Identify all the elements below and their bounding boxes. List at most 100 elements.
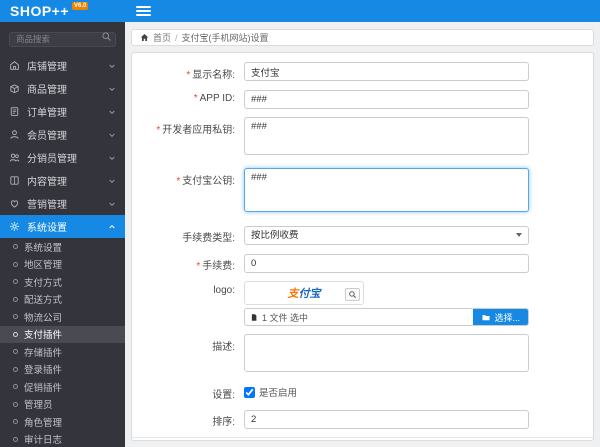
- form-row-fee-type: 手续费类型: 按比例收费: [132, 225, 593, 245]
- logo-label: logo:: [213, 285, 235, 296]
- circle-bullet-icon: [13, 244, 18, 250]
- required-marker: *: [193, 93, 198, 104]
- sidebar-item-label: 商品管理: [27, 85, 67, 96]
- home-icon: [140, 33, 149, 42]
- submenu-item-login-plugins[interactable]: 登录插件: [0, 361, 125, 379]
- breadcrumb-home-link[interactable]: 首页: [153, 31, 171, 44]
- content-area: 首页 / 支付宝(手机网站)设置 *显示名称: *APP ID: *开发者应用私…: [125, 22, 600, 447]
- goods-icon: [9, 83, 21, 94]
- chevron-down-icon: [108, 177, 116, 185]
- sort-label: 排序:: [212, 417, 235, 428]
- sidebar-item-marketing[interactable]: 营销管理: [0, 192, 125, 215]
- public-key-label: 支付宝公钥:: [182, 176, 235, 187]
- sidebar-item-members[interactable]: 会员管理: [0, 123, 125, 146]
- chevron-down-icon: [108, 85, 116, 93]
- settings-label: 设置:: [212, 390, 235, 401]
- logo-preview: 支付宝: [244, 281, 364, 305]
- sidebar-item-label: 会员管理: [27, 131, 67, 142]
- app-id-field[interactable]: [244, 90, 529, 109]
- public-key-field[interactable]: ###: [244, 168, 529, 212]
- submenu-item-logistics-companies[interactable]: 物流公司: [0, 308, 125, 326]
- sidebar-item-content[interactable]: 内容管理: [0, 169, 125, 192]
- form-footer: 确定 返回: [132, 437, 593, 440]
- submenu-item-shipping-methods[interactable]: 配送方式: [0, 291, 125, 309]
- submenu-item-regions[interactable]: 地区管理: [0, 256, 125, 274]
- private-key-field[interactable]: ###: [244, 117, 529, 155]
- circle-bullet-icon: [13, 436, 18, 442]
- required-marker: *: [196, 261, 201, 272]
- magnifier-icon[interactable]: [345, 288, 360, 301]
- chevron-down-icon: [108, 154, 116, 162]
- fee-label: 手续费:: [202, 261, 235, 272]
- file-icon: [250, 313, 258, 322]
- store-icon: [9, 60, 21, 71]
- circle-bullet-icon: [13, 366, 18, 372]
- fee-type-select[interactable]: 按比例收费: [244, 226, 529, 245]
- submenu-item-audit-logs[interactable]: 审计日志: [0, 431, 125, 447]
- display-name-field[interactable]: [244, 62, 529, 81]
- sidebar-item-label: 订单管理: [27, 108, 67, 119]
- member-icon: [9, 129, 21, 140]
- sidebar-search: [9, 29, 116, 47]
- folder-icon: [481, 313, 491, 322]
- submenu-item-promotion-plugins[interactable]: 促销插件: [0, 378, 125, 396]
- chevron-down-icon: [108, 108, 116, 116]
- sidebar-item-distributors[interactable]: 分销员管理: [0, 146, 125, 169]
- app-logo: SHOP++: [10, 3, 70, 19]
- fee-type-label: 手续费类型:: [182, 233, 235, 244]
- sidebar-item-goods[interactable]: 商品管理: [0, 77, 125, 100]
- submenu-item-payment-plugins[interactable]: 支付插件: [0, 325, 125, 343]
- alipay-logo: 支付宝: [287, 288, 321, 300]
- breadcrumb: 首页 / 支付宝(手机网站)设置: [131, 29, 594, 46]
- distributor-icon: [9, 152, 21, 163]
- chevron-up-icon: [108, 223, 116, 231]
- app-id-label: APP ID:: [199, 93, 235, 104]
- search-icon: [101, 31, 112, 42]
- circle-bullet-icon: [13, 401, 18, 407]
- submenu-item-roles[interactable]: 角色管理: [0, 413, 125, 431]
- circle-bullet-icon: [13, 384, 18, 390]
- description-field[interactable]: [244, 334, 529, 372]
- search-input[interactable]: [9, 31, 116, 47]
- sidebar-item-system[interactable]: 系统设置: [0, 215, 125, 238]
- submenu-item-storage-plugins[interactable]: 存储插件: [0, 343, 125, 361]
- circle-bullet-icon: [13, 314, 18, 320]
- sidebar-item-label: 营销管理: [27, 200, 67, 211]
- sidebar-item-orders[interactable]: 订单管理: [0, 100, 125, 123]
- form-row-display-name: * 显示名称:: [132, 62, 593, 81]
- enabled-checkbox[interactable]: [244, 386, 255, 398]
- app-logo-bar: SHOP++ V6.0: [0, 0, 125, 22]
- sidebar: SHOP++ V6.0 店铺管理 商品管理 订单管理 会员管理 分销员管理 内容…: [0, 0, 125, 447]
- alipay-settings-form: *显示名称: *APP ID: *开发者应用私钥: ### *支付宝公钥: ##…: [132, 53, 593, 429]
- required-marker: *: [176, 176, 181, 187]
- main-area: 首页 / 支付宝(手机网站)设置 *显示名称: *APP ID: *开发者应用私…: [125, 0, 600, 447]
- chevron-down-icon: [108, 62, 116, 70]
- logo-file-input: 1 文件 选中 选择...: [244, 308, 529, 326]
- settings-form-card: *显示名称: *APP ID: *开发者应用私钥: ### *支付宝公钥: ##…: [131, 52, 594, 441]
- fee-field[interactable]: [244, 254, 529, 273]
- chevron-down-icon: [108, 131, 116, 139]
- breadcrumb-current: 支付宝(手机网站)设置: [181, 33, 269, 43]
- content-icon: [9, 175, 21, 186]
- circle-bullet-icon: [13, 331, 18, 337]
- submenu-item-payment-methods[interactable]: 支付方式: [0, 273, 125, 291]
- submenu-item-system-settings[interactable]: 系统设置: [0, 238, 125, 256]
- form-row-description: 描述:: [132, 334, 593, 377]
- form-row-sort: 排序:: [132, 409, 593, 429]
- circle-bullet-icon: [13, 279, 18, 285]
- orders-icon: [9, 106, 21, 117]
- choose-file-button[interactable]: 选择...: [473, 309, 528, 325]
- sort-field[interactable]: [244, 410, 529, 429]
- gear-icon: [9, 221, 21, 232]
- form-row-public-key: * 支付宝公钥: ###: [132, 168, 593, 217]
- form-row-private-key: * 开发者应用私钥: ###: [132, 117, 593, 160]
- circle-bullet-icon: [13, 296, 18, 302]
- sidebar-item-store[interactable]: 店铺管理: [0, 54, 125, 77]
- circle-bullet-icon: [13, 261, 18, 267]
- sidebar-item-label: 店铺管理: [27, 62, 67, 73]
- submenu-item-administrators[interactable]: 管理员: [0, 396, 125, 414]
- sidebar-item-label: 系统设置: [27, 223, 67, 234]
- private-key-label: 开发者应用私钥:: [162, 125, 235, 136]
- file-status-text: 1 文件 选中: [262, 312, 309, 323]
- hamburger-menu-icon[interactable]: [136, 6, 151, 16]
